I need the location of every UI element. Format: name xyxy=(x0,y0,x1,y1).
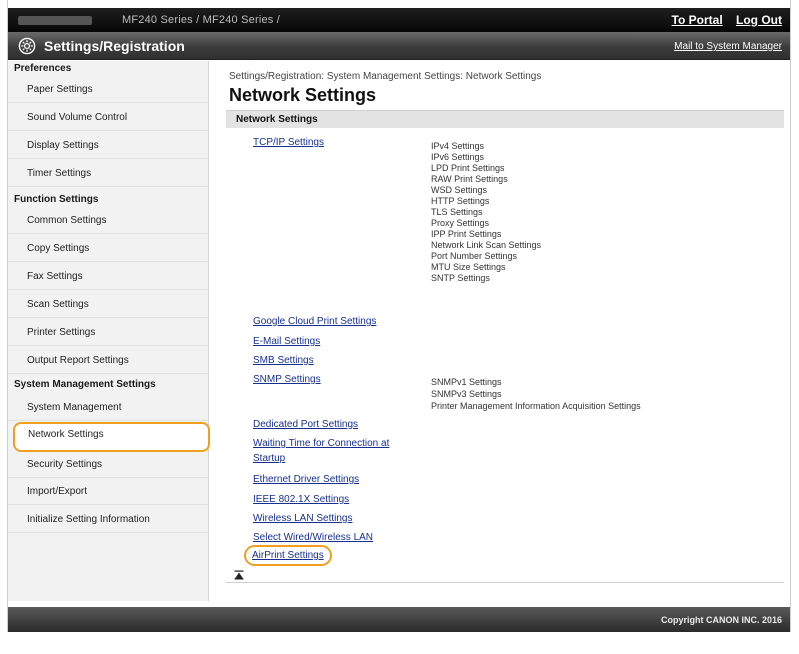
sidebar-item-system-management[interactable]: System Management xyxy=(8,395,209,421)
google-cloud-print-settings-link[interactable]: Google Cloud Print Settings xyxy=(253,316,376,327)
browser-page: MF240 Series / MF240 Series / To Portal … xyxy=(7,0,791,632)
wireless-lan-settings-link[interactable]: Wireless LAN Settings xyxy=(253,513,352,524)
waiting-time-for-connection-link-line2[interactable]: Startup xyxy=(253,453,285,464)
to-portal-link[interactable]: To Portal xyxy=(672,13,723,27)
email-settings-link[interactable]: E-Mail Settings xyxy=(253,336,320,347)
sidebar-heading-preferences: Preferences xyxy=(14,63,72,74)
tcpip-sub-item: Proxy Settings xyxy=(431,218,490,228)
top-links: To Portal Log Out xyxy=(662,13,782,27)
content-divider xyxy=(226,582,784,583)
snmp-settings-link[interactable]: SNMP Settings xyxy=(253,374,321,385)
page-title: Network Settings xyxy=(229,85,377,105)
settings-gear-icon xyxy=(18,37,36,55)
tcpip-sub-item: LPD Print Settings xyxy=(431,163,505,173)
tcpip-sub-item: MTU Size Settings xyxy=(431,262,506,272)
tcpip-sub-item: WSD Settings xyxy=(431,185,488,195)
sidebar-heading-function-settings: Function Settings xyxy=(14,194,99,205)
top-bar: MF240 Series / MF240 Series / To Portal … xyxy=(8,8,790,32)
mail-to-system-manager-link[interactable]: Mail to System Manager xyxy=(674,41,782,52)
tcpip-settings-link[interactable]: TCP/IP Settings xyxy=(253,137,324,148)
main-content: Settings/Registration: System Management… xyxy=(210,61,790,601)
title-bar: Settings/Registration Mail to System Man… xyxy=(8,32,790,60)
device-name-block xyxy=(18,15,92,25)
app-title: Settings/Registration xyxy=(44,38,185,54)
sidebar-item-fax-settings[interactable]: Fax Settings xyxy=(8,264,209,290)
snmp-sub-item: Printer Management Information Acquisiti… xyxy=(431,401,641,411)
sidebar-item-copy-settings[interactable]: Copy Settings xyxy=(8,236,209,262)
smb-settings-link[interactable]: SMB Settings xyxy=(253,355,314,366)
tcpip-sub-item: Network Link Scan Settings xyxy=(431,240,542,250)
sidebar-item-timer-settings[interactable]: Timer Settings xyxy=(8,161,209,187)
tcpip-sub-item: RAW Print Settings xyxy=(431,174,508,184)
snmp-sub-item: SNMPv1 Settings xyxy=(431,377,502,387)
tcpip-sub-item: SNTP Settings xyxy=(431,273,490,283)
sidebar-item-common-settings[interactable]: Common Settings xyxy=(8,208,209,234)
ethernet-driver-settings-link[interactable]: Ethernet Driver Settings xyxy=(253,474,359,485)
log-out-link[interactable]: Log Out xyxy=(736,13,782,27)
device-breadcrumb-text: MF240 Series / MF240 Series / xyxy=(122,14,281,26)
sidebar-item-printer-settings[interactable]: Printer Settings xyxy=(8,320,209,346)
select-wired-wireless-lan-link[interactable]: Select Wired/Wireless LAN xyxy=(253,532,373,543)
tcpip-sub-item: HTTP Settings xyxy=(431,196,490,206)
sidebar-item-paper-settings[interactable]: Paper Settings xyxy=(8,77,209,103)
tcpip-sub-item: IPv6 Settings xyxy=(431,152,485,162)
sidebar-item-scan-settings[interactable]: Scan Settings xyxy=(8,292,209,318)
footer: Copyright CANON INC. 2016 xyxy=(8,607,790,632)
device-breadcrumb: MF240 Series / MF240 Series / xyxy=(18,14,280,26)
sidebar-item-output-report-settings[interactable]: Output Report Settings xyxy=(8,348,209,374)
sidebar-item-initialize-setting-information[interactable]: Initialize Setting Information xyxy=(8,507,209,533)
tcpip-sub-item: IPP Print Settings xyxy=(431,229,502,239)
snmp-sub-item: SNMPv3 Settings xyxy=(431,389,502,399)
sidebar: Preferences Paper Settings Sound Volume … xyxy=(8,61,210,601)
page-breadcrumb: Settings/Registration: System Management… xyxy=(229,71,542,82)
sidebar-item-network-settings[interactable]: Network Settings xyxy=(13,422,210,452)
waiting-time-for-connection-link[interactable]: Waiting Time for Connection at xyxy=(253,438,389,449)
back-to-top-icon[interactable] xyxy=(234,570,244,580)
sidebar-item-security-settings[interactable]: Security Settings xyxy=(8,452,209,478)
sidebar-item-display-settings[interactable]: Display Settings xyxy=(8,133,209,159)
ieee-8021x-settings-link[interactable]: IEEE 802.1X Settings xyxy=(253,494,349,505)
tcpip-sub-item: Port Number Settings xyxy=(431,251,518,261)
airprint-settings-link[interactable]: AirPrint Settings xyxy=(244,545,332,566)
dedicated-port-settings-link[interactable]: Dedicated Port Settings xyxy=(253,419,358,430)
sidebar-item-import-export[interactable]: Import/Export xyxy=(8,479,209,505)
section-header: Network Settings xyxy=(226,110,784,128)
tcpip-sub-item: TLS Settings xyxy=(431,207,483,217)
sidebar-heading-system-management-settings: System Management Settings xyxy=(14,379,156,390)
sidebar-item-sound-volume-control[interactable]: Sound Volume Control xyxy=(8,105,209,131)
copyright-text: Copyright CANON INC. 2016 xyxy=(660,615,782,625)
tcpip-sub-item: IPv4 Settings xyxy=(431,141,485,151)
